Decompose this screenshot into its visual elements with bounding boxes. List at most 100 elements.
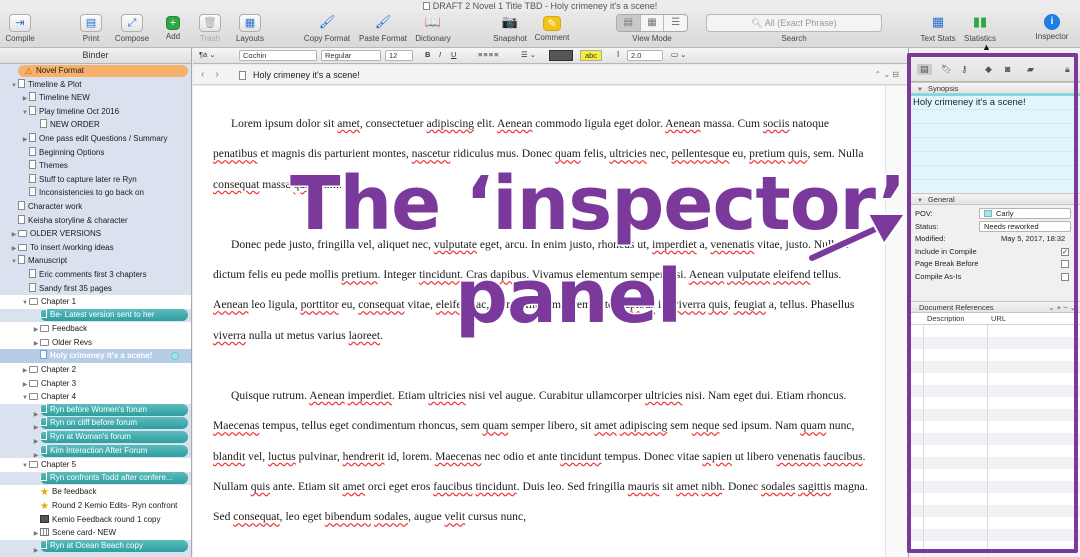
misspelled-word[interactable]: eleifend bbox=[773, 268, 810, 281]
misspelled-word[interactable]: Aenean bbox=[309, 389, 344, 402]
list-button[interactable]: ☰ ⌄ bbox=[521, 50, 536, 61]
line-spacing-select[interactable]: 2.0 bbox=[627, 50, 663, 61]
text-color-button[interactable] bbox=[549, 50, 573, 61]
scrivenings-mode-icon[interactable]: ▤ bbox=[617, 15, 641, 31]
search-input[interactable]: 🔍︎ All (Exact Phrase) bbox=[706, 14, 882, 32]
misspelled-word[interactable]: mauris bbox=[628, 480, 660, 493]
editor-paragraph-3[interactable]: Quisque rutrum. Aenean imperdiet. Etiam … bbox=[213, 381, 875, 532]
tag-tab-icon[interactable]: ◆ bbox=[985, 64, 992, 75]
misspelled-word[interactable]: amet bbox=[594, 419, 617, 432]
include-compile-checkbox[interactable]: ✓ bbox=[1061, 247, 1069, 256]
binder-item[interactable]: Themes bbox=[0, 159, 191, 173]
disclosure-triangle-icon[interactable]: ▼ bbox=[917, 87, 923, 93]
misspelled-word[interactable]: faucibus bbox=[823, 450, 862, 463]
layouts-button[interactable]: ▦ Layouts bbox=[233, 14, 267, 43]
misspelled-word[interactable]: blandit bbox=[213, 450, 245, 463]
misspelled-word[interactable]: sodales bbox=[374, 510, 408, 523]
misspelled-word[interactable]: quis bbox=[709, 298, 728, 311]
misspelled-word[interactable]: sagittis bbox=[798, 480, 831, 493]
camera-tab-icon[interactable]: ◙ bbox=[1005, 64, 1010, 74]
misspelled-word[interactable]: imperdiet bbox=[348, 389, 392, 402]
comment-button[interactable]: ✎ Comment bbox=[532, 14, 572, 42]
dictionary-button[interactable]: 📖 Dictionary bbox=[412, 14, 454, 43]
misspelled-word[interactable]: vulputate bbox=[727, 268, 770, 281]
binder-item[interactable]: ★ Be feedback bbox=[0, 485, 191, 499]
synopsis-section-header[interactable]: ▼ Synopsis bbox=[909, 82, 1080, 94]
key-tab-icon[interactable]: ⚷ bbox=[961, 64, 968, 75]
corkboard-mode-icon[interactable]: ▦ bbox=[641, 15, 665, 31]
font-select[interactable]: Cochin bbox=[239, 50, 317, 61]
binder-item[interactable]: Sandy first 35 pages bbox=[0, 282, 191, 296]
text-stats-button[interactable]: ▦ Text Stats bbox=[918, 14, 958, 43]
misspelled-word[interactable]: penatibus bbox=[213, 147, 257, 160]
misspelled-word[interactable]: consequat bbox=[358, 298, 404, 311]
misspelled-word[interactable]: venenatis bbox=[777, 450, 821, 463]
misspelled-word[interactable]: tincidunt bbox=[560, 450, 601, 463]
binder-item[interactable]: ▶Ryn before Women's forum bbox=[0, 403, 191, 418]
bookmark-tab-icon[interactable]: 🔖︎ bbox=[941, 64, 952, 75]
underline-button[interactable]: U bbox=[451, 50, 456, 61]
misspelled-word[interactable]: pretium bbox=[341, 268, 377, 281]
misspelled-word[interactable]: consequat bbox=[213, 178, 259, 191]
binder-item[interactable]: ▼ Chapter 1 bbox=[0, 295, 191, 309]
misspelled-word[interactable]: amet bbox=[337, 117, 360, 130]
misspelled-word[interactable]: neque bbox=[692, 419, 720, 432]
misspelled-word[interactable]: Aenean bbox=[689, 268, 724, 281]
binder-item[interactable]: ★ Round 2 Kemio Edits- Ryn confront bbox=[0, 499, 191, 513]
font-weight-select[interactable]: Regular bbox=[321, 50, 381, 61]
misspelled-word[interactable]: quam bbox=[800, 419, 826, 432]
font-size-field[interactable]: 12 bbox=[385, 50, 413, 61]
editor-header-controls[interactable]: ⌃ ⌄ ⊟ bbox=[874, 65, 899, 85]
misspelled-word[interactable]: adipiscing bbox=[426, 117, 474, 130]
binder-item[interactable]: ▶ Chapter 3 bbox=[0, 376, 191, 391]
misspelled-word[interactable]: quam bbox=[483, 419, 509, 432]
binder-item[interactable]: ▶ Scene card- NEW bbox=[0, 526, 191, 540]
view-mode-control[interactable]: ▤ ▦ ☰ View Mode bbox=[614, 14, 690, 43]
binder-item[interactable]: ▼ Manuscript bbox=[0, 254, 191, 268]
misspelled-word[interactable]: pellentesque bbox=[672, 147, 730, 160]
binder-item[interactable]: Kemio Feedback round 1 copy bbox=[0, 512, 191, 527]
compose-button[interactable]: ⤢ Compose bbox=[112, 14, 152, 43]
misspelled-word[interactable]: Maecenas bbox=[435, 450, 481, 463]
forward-arrow-icon[interactable]: › bbox=[215, 69, 218, 80]
description-column-header[interactable]: Description bbox=[927, 313, 965, 325]
misspelled-word[interactable]: quam bbox=[555, 147, 581, 160]
paragraph-style-button[interactable]: ¶a ⌄ bbox=[199, 50, 216, 61]
binder-item[interactable]: ▶ Feedback bbox=[0, 322, 191, 336]
misspelled-word[interactable]: sociis bbox=[763, 117, 789, 130]
misspelled-word[interactable]: ultricies bbox=[609, 147, 646, 160]
view-mode-segmented[interactable]: ▤ ▦ ☰ bbox=[616, 14, 688, 32]
misspelled-word[interactable]: Maecenas bbox=[213, 419, 259, 432]
chevron-up-icon[interactable]: ⌃ bbox=[874, 70, 881, 79]
binder-item[interactable]: Keisha storyline & character bbox=[0, 214, 191, 228]
binder-item[interactable]: ▶Ryn on cliff before forum bbox=[0, 417, 191, 431]
editor-doc-title[interactable]: Holy crimeney it's a scene! bbox=[253, 65, 360, 85]
misspelled-word[interactable]: luctus bbox=[268, 450, 296, 463]
paste-format-button[interactable]: 🖌 Paste Format bbox=[357, 14, 409, 43]
disclosure-triangle-icon[interactable]: ▶ bbox=[32, 545, 40, 557]
misspelled-word[interactable]: consequat bbox=[233, 510, 279, 523]
binder-item[interactable]: ⚠ Novel Format bbox=[0, 64, 191, 78]
trash-button[interactable]: 🗑 Trash bbox=[197, 14, 223, 43]
binder-item[interactable]: ▼ Chapter 5 bbox=[0, 458, 191, 472]
binder-item[interactable]: Holy crimeney it's a scene! bbox=[0, 349, 191, 364]
pov-select[interactable]: Carly bbox=[979, 208, 1071, 219]
misspelled-word[interactable]: Aenean bbox=[497, 117, 532, 130]
back-arrow-icon[interactable]: ‹ bbox=[201, 69, 204, 80]
binder-item[interactable]: Ryn confronts Todd after confere... bbox=[0, 471, 191, 486]
compile-button[interactable]: ⇥ Compile bbox=[4, 14, 36, 43]
editor-scrollbar[interactable] bbox=[885, 86, 907, 557]
statistics-button[interactable]: ▮▮ Statistics bbox=[960, 14, 1000, 43]
binder-item[interactable]: ▶ OLDER VERSIONS bbox=[0, 227, 191, 241]
chevron-down-icon[interactable]: ⌄ bbox=[883, 70, 890, 79]
outline-mode-icon[interactable]: ☰ bbox=[664, 15, 687, 31]
misspelled-word[interactable]: hendrerit bbox=[343, 450, 385, 463]
binder-item[interactable]: Inconsistencies to go back on bbox=[0, 186, 191, 200]
bold-button[interactable]: B bbox=[425, 50, 430, 61]
binder-item[interactable]: ▶Ryn at Woman's forum bbox=[0, 431, 191, 445]
misspelled-word[interactable]: nibh bbox=[702, 480, 723, 493]
misspelled-word[interactable]: quis bbox=[788, 147, 807, 160]
misspelled-word[interactable]: feugiat bbox=[734, 298, 766, 311]
alignment-buttons[interactable]: ≡≡≡≡ bbox=[478, 50, 500, 61]
misspelled-word[interactable]: viverra bbox=[213, 329, 246, 342]
